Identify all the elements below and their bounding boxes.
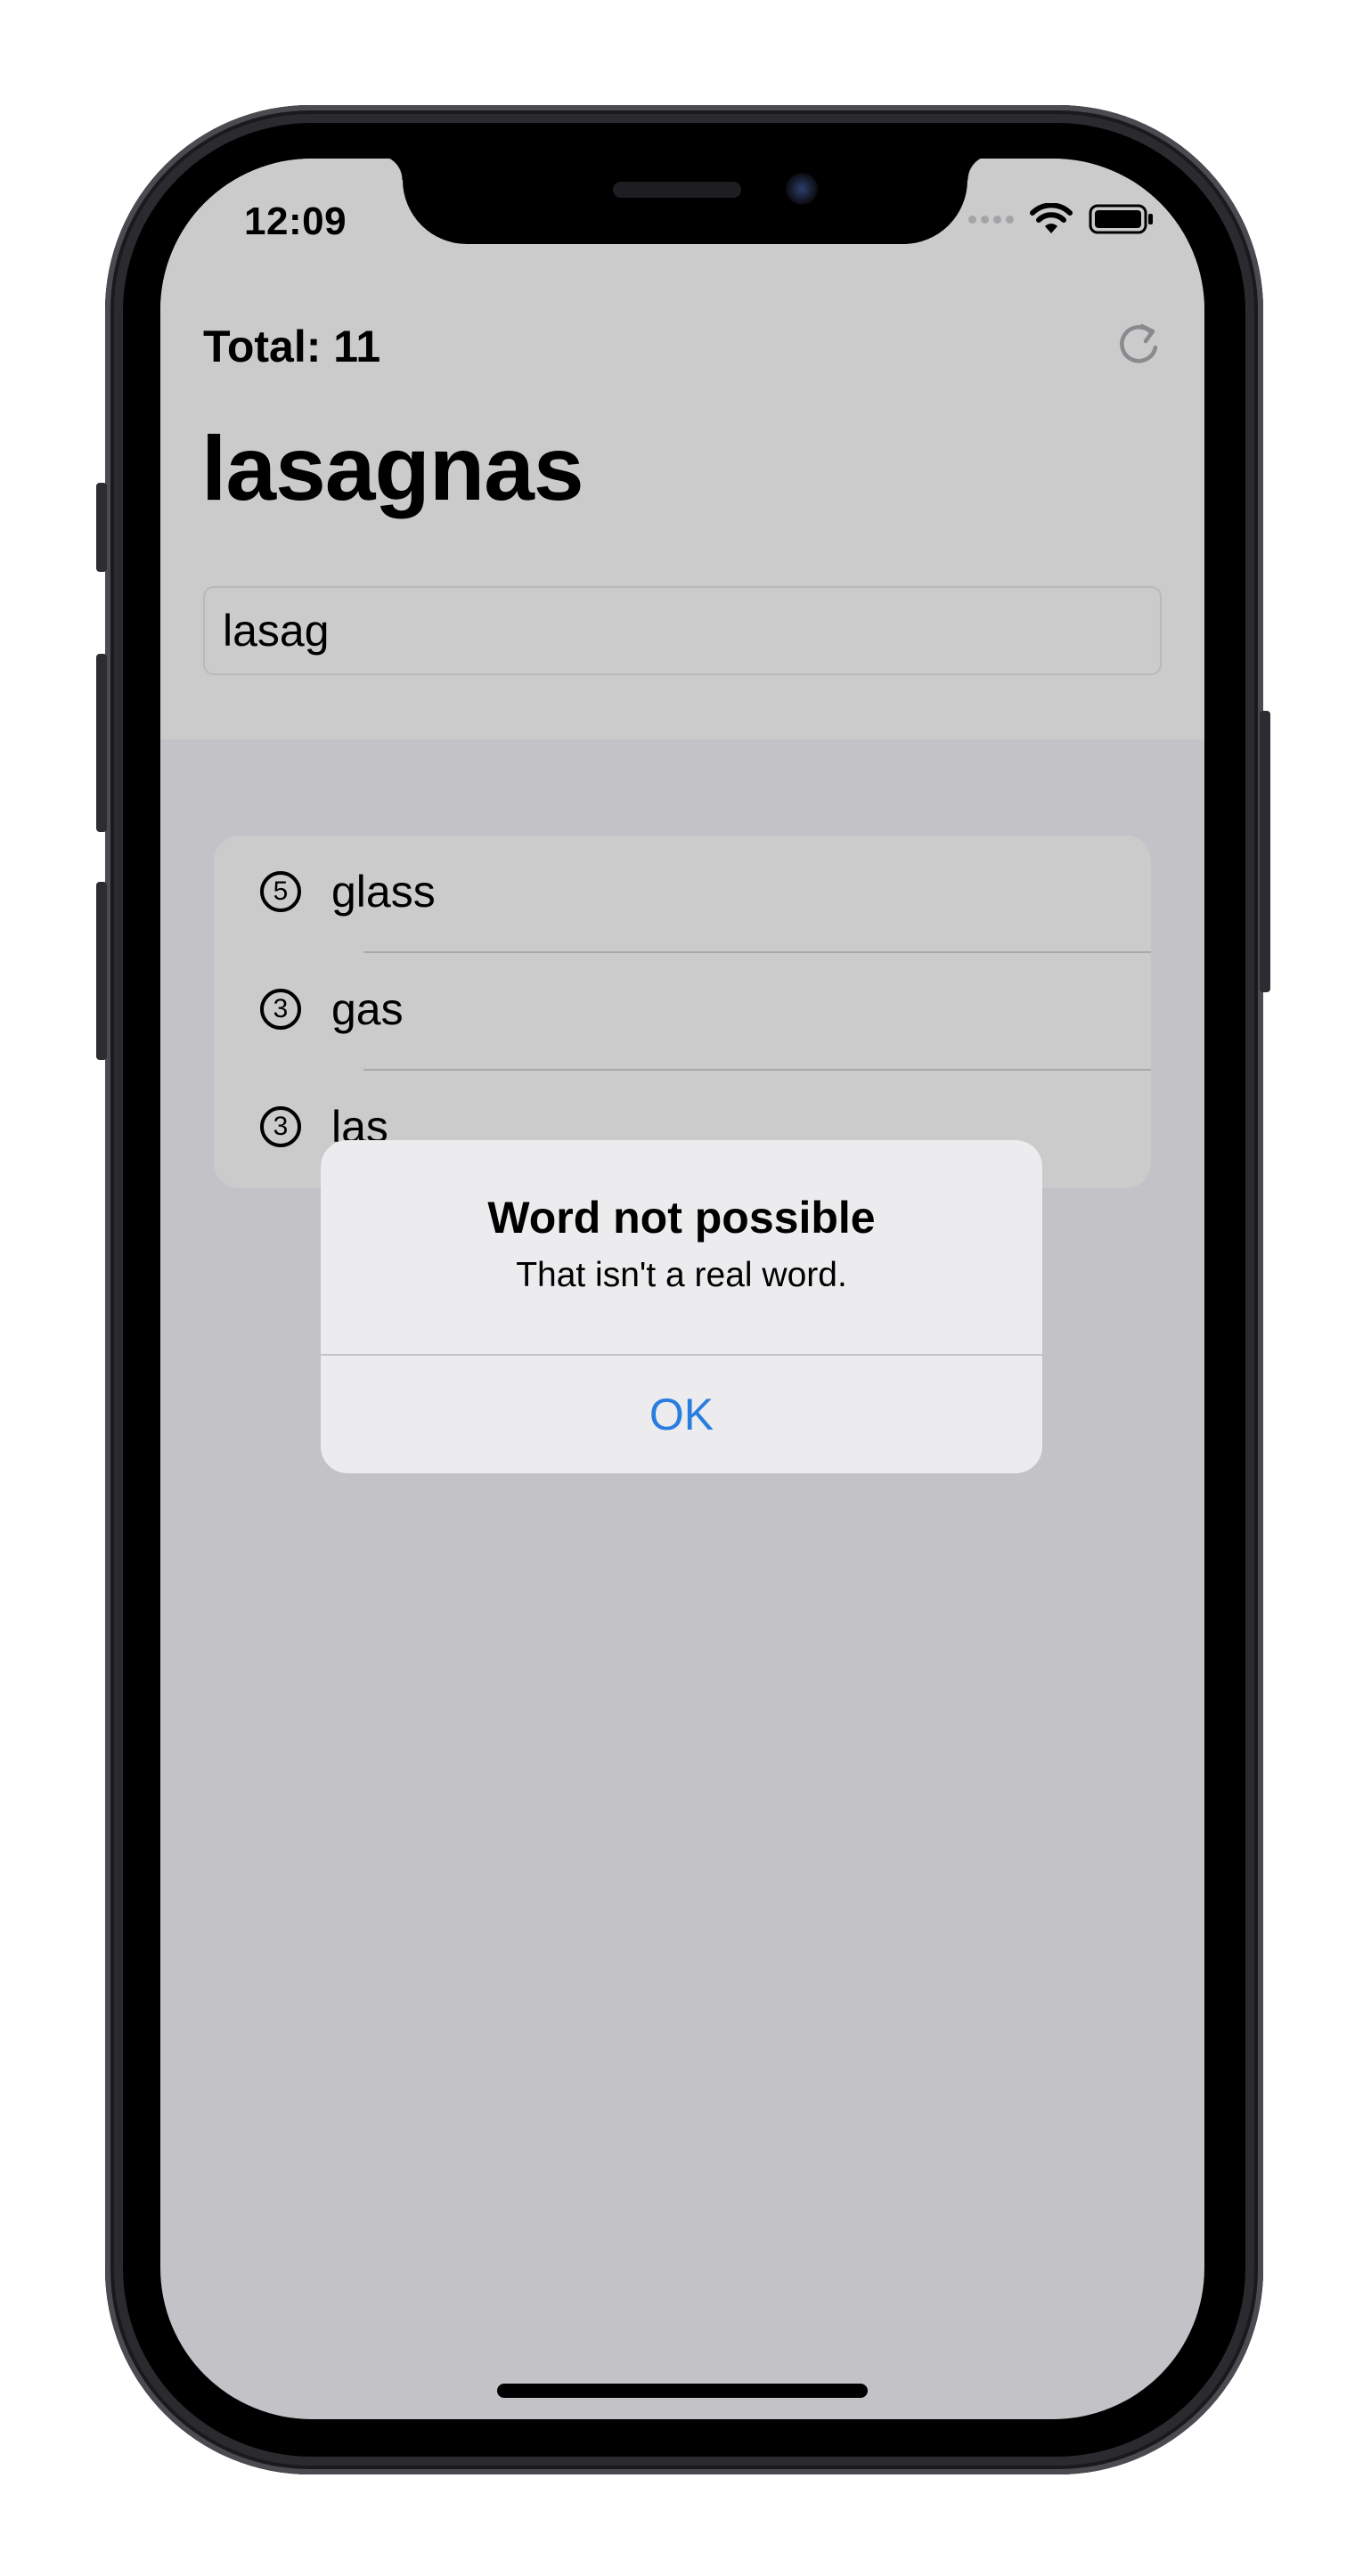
volume-up-button: [96, 654, 107, 832]
word-text: gas: [331, 984, 404, 1034]
word-entry-field[interactable]: [203, 586, 1162, 675]
list-item: 3 gas: [214, 953, 1151, 1071]
root-word-title: lasagnas: [201, 418, 584, 519]
status-time: 12:09: [244, 200, 347, 243]
letter-count-icon: 3: [260, 989, 301, 1030]
letter-count-icon: 3: [260, 1106, 301, 1147]
front-camera: [786, 173, 818, 205]
list-item: 5 glass: [214, 836, 1151, 953]
status-icons: [968, 203, 1155, 235]
used-words-list: 5 glass 3 gas 3 las: [214, 836, 1151, 1188]
alert-message: That isn't a real word.: [516, 1256, 847, 1294]
action-button: [96, 483, 107, 572]
header-area: 12:09 Total: 11 lasagnas: [160, 159, 1204, 739]
power-button: [1260, 711, 1270, 992]
cellular-signal-icon: [968, 215, 1014, 224]
refresh-icon[interactable]: [1114, 319, 1163, 369]
alert-dialog: Word not possible That isn't a real word…: [321, 1140, 1042, 1473]
home-indicator[interactable]: [497, 2384, 868, 2398]
earpiece-speaker: [613, 182, 741, 198]
ok-button[interactable]: OK: [321, 1356, 1042, 1473]
app-screen: 12:09 Total: 11 lasagnas lasag 5 glass 3…: [160, 159, 1204, 2419]
letter-count-icon: 5: [260, 871, 301, 912]
volume-down-button: [96, 882, 107, 1060]
notch: [378, 159, 992, 244]
battery-icon: [1089, 204, 1153, 234]
alert-title: Word not possible: [487, 1193, 876, 1243]
total-score-label: Total: 11: [203, 322, 381, 371]
word-text: glass: [331, 867, 436, 917]
wifi-icon: [1030, 203, 1073, 233]
